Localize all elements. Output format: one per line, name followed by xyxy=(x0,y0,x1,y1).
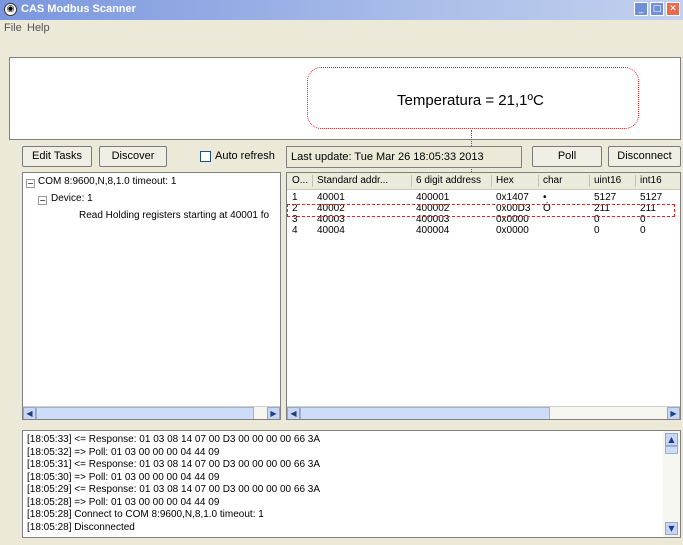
menu-bar: File Help xyxy=(0,20,683,38)
column-header-6-digit-address[interactable]: 6 digit address xyxy=(416,175,481,186)
menu-file[interactable]: File xyxy=(4,22,22,34)
scroll-left-icon[interactable]: ◀ xyxy=(23,407,36,419)
window-title: CAS Modbus Scanner xyxy=(21,3,136,15)
column-header-int16[interactable]: int16 xyxy=(640,175,662,186)
scroll-down-icon[interactable]: ▼ xyxy=(665,522,678,535)
scroll-left-icon[interactable]: ◀ xyxy=(287,407,300,419)
temperature-text: Temperatura = 21,1ºC xyxy=(397,92,544,109)
scroll-thumb[interactable] xyxy=(300,407,550,419)
log-line: [18:05:30] => Poll: 01 03 00 00 00 04 44… xyxy=(27,471,220,483)
table-cell: 1 xyxy=(292,192,298,203)
highlighted-row-outline xyxy=(287,204,675,217)
discover-button[interactable]: Discover xyxy=(99,146,167,167)
log-line: [18:05:28] Disconnected xyxy=(27,521,135,533)
log-line: [18:05:28] => Poll: 01 03 00 00 00 04 44… xyxy=(27,496,220,508)
table-cell: 0 xyxy=(594,225,600,236)
edit-tasks-button[interactable]: Edit Tasks xyxy=(22,146,92,167)
table-cell: 5127 xyxy=(640,192,663,203)
table-hscrollbar[interactable]: ◀ ▶ xyxy=(287,406,680,419)
maximize-icon[interactable]: □ xyxy=(650,2,664,16)
log-line: [18:05:32] => Poll: 01 03 00 00 00 04 44… xyxy=(27,446,220,458)
tree-item-device[interactable]: Device: 1 xyxy=(51,193,93,204)
table-cell: 4 xyxy=(292,225,298,236)
column-header-uint16[interactable]: uint16 xyxy=(594,175,621,186)
table-header: O... Standard addr... 6 digit address He… xyxy=(287,173,680,190)
table-cell: 40001 xyxy=(317,192,345,203)
tree-item-task[interactable]: Read Holding registers starting at 40001… xyxy=(79,210,269,221)
table-cell: 40004 xyxy=(317,225,345,236)
device-tree[interactable]: − COM 8:9600,N,8,1.0 timeout: 1 − Device… xyxy=(22,172,281,420)
close-icon[interactable]: ✕ xyxy=(666,2,680,16)
app-window: ◉ CAS Modbus Scanner _ □ ✕ File Help Tem… xyxy=(0,0,683,545)
tree-hscrollbar[interactable]: ◀ ▶ xyxy=(23,406,280,419)
table-cell: 5127 xyxy=(594,192,617,203)
log-line: [18:05:33] <= Response: 01 03 08 14 07 0… xyxy=(27,434,321,445)
table-cell: 0x0000 xyxy=(496,225,529,236)
log-vscrollbar[interactable]: ▲ ▼ xyxy=(663,431,680,537)
auto-refresh-label: Auto refresh xyxy=(215,150,275,162)
auto-refresh-checkbox[interactable] xyxy=(200,151,211,162)
scroll-right-icon[interactable]: ▶ xyxy=(667,407,680,419)
scroll-up-icon[interactable]: ▲ xyxy=(665,433,678,446)
tree-item-port[interactable]: COM 8:9600,N,8,1.0 timeout: 1 xyxy=(38,176,176,187)
column-header-order[interactable]: O... xyxy=(292,175,308,186)
collapse-icon[interactable]: − xyxy=(38,196,47,205)
scroll-thumb[interactable] xyxy=(36,407,254,419)
scroll-right-icon[interactable]: ▶ xyxy=(267,407,280,419)
scroll-thumb[interactable] xyxy=(665,446,678,454)
table-cell: • xyxy=(543,192,547,203)
table-cell: 0 xyxy=(640,225,646,236)
column-header-char[interactable]: char xyxy=(543,175,562,186)
log-line: [18:05:29] <= Response: 01 03 08 14 07 0… xyxy=(27,484,321,495)
column-header-hex[interactable]: Hex xyxy=(496,175,514,186)
table-cell: 400001 xyxy=(416,192,450,203)
table-cell: 400004 xyxy=(416,225,450,236)
table-cell: 0x1407 xyxy=(496,192,529,203)
last-update-text: Last update: Tue Mar 26 18:05:33 2013 xyxy=(291,151,484,163)
disconnect-button[interactable]: Disconnect xyxy=(608,146,681,167)
communication-log[interactable]: [18:05:33] <= Response: 01 03 08 14 07 0… xyxy=(22,430,681,538)
poll-button[interactable]: Poll xyxy=(532,146,602,167)
title-bar[interactable]: ◉ CAS Modbus Scanner _ □ ✕ xyxy=(0,0,683,20)
column-header-standard-address[interactable]: Standard addr... xyxy=(317,175,388,186)
collapse-icon[interactable]: − xyxy=(26,179,35,188)
log-line: [18:05:28] Connect to COM 8:9600,N,8,1.0… xyxy=(27,509,264,520)
menu-help[interactable]: Help xyxy=(27,22,50,34)
minimize-icon[interactable]: _ xyxy=(634,2,648,16)
app-icon: ◉ xyxy=(4,3,17,16)
log-line: [18:05:31] <= Response: 01 03 08 14 07 0… xyxy=(27,459,321,470)
